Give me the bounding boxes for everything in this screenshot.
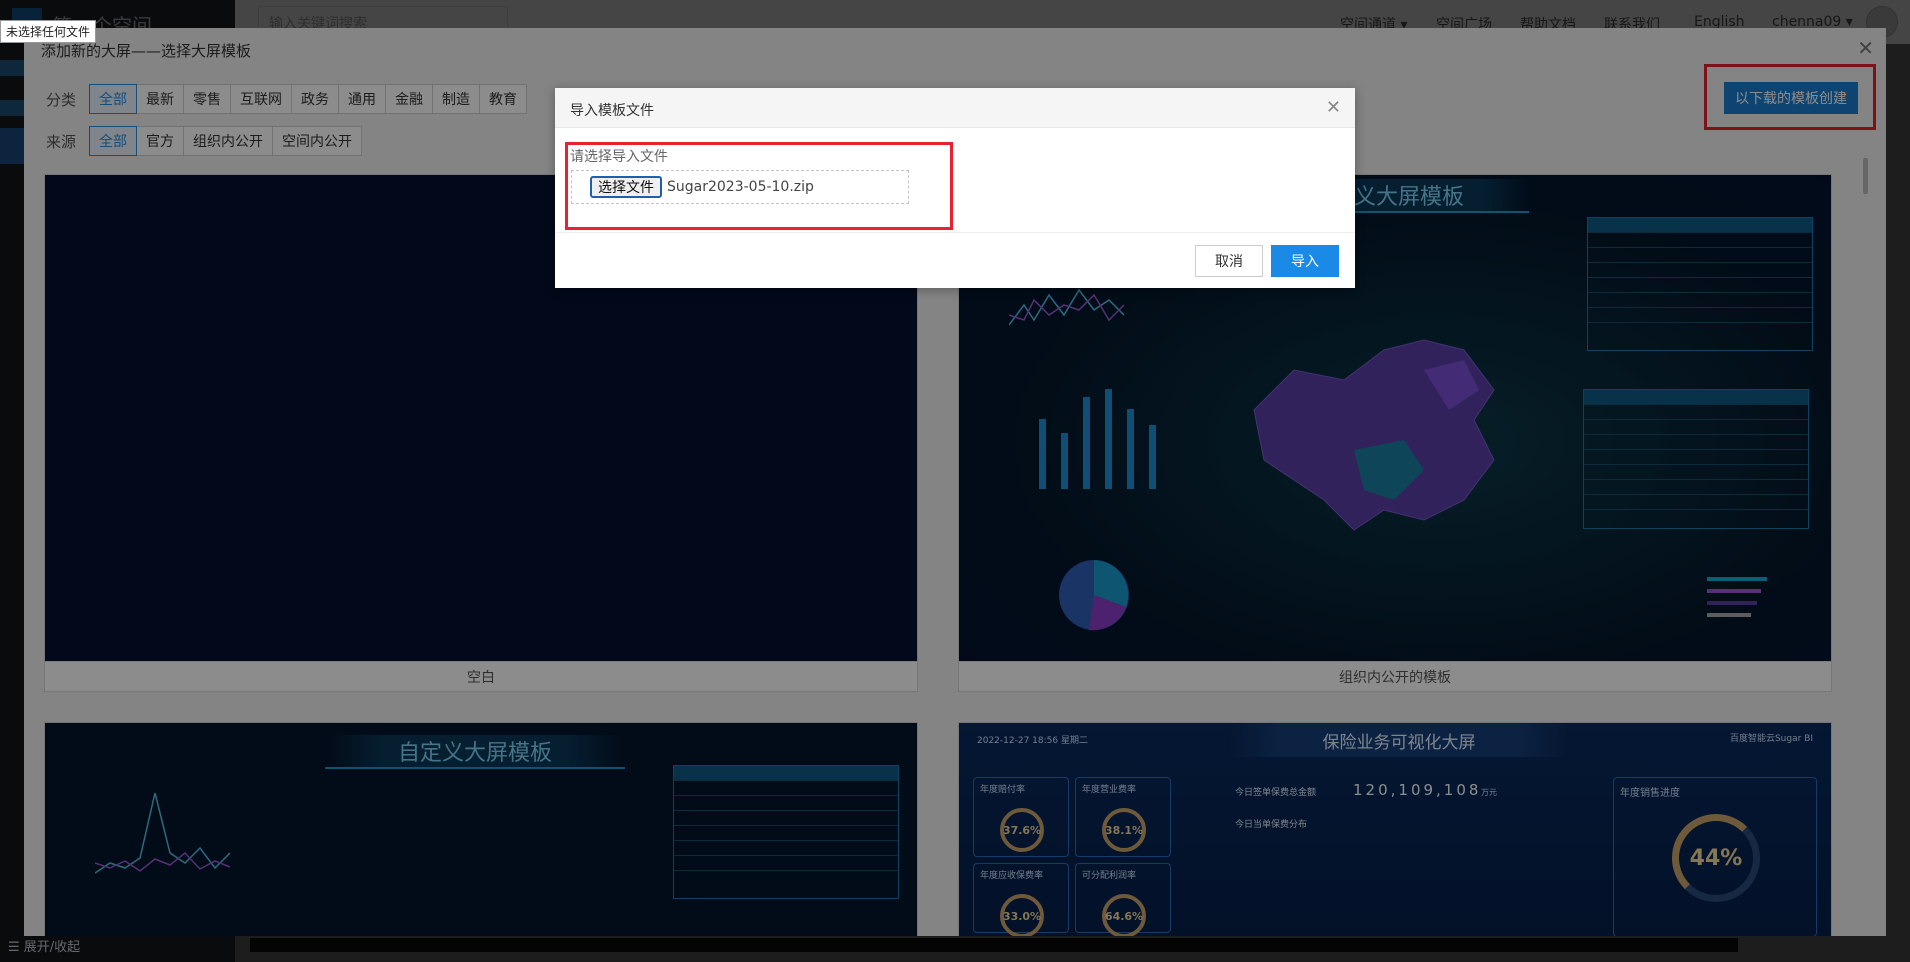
file-tooltip: 未选择任何文件 (0, 20, 97, 43)
cancel-button[interactable]: 取消 (1195, 245, 1263, 277)
divider (555, 232, 1355, 233)
import-dialog: 导入模板文件 ✕ 请选择导入文件 选择文件 Sugar2023-05-10.zi… (555, 88, 1355, 288)
highlight-box (565, 142, 953, 230)
import-button[interactable]: 导入 (1271, 245, 1339, 277)
import-dialog-title: 导入模板文件 (570, 103, 654, 119)
close-icon[interactable]: ✕ (1326, 97, 1341, 118)
import-dialog-header: 导入模板文件 ✕ (555, 88, 1355, 128)
